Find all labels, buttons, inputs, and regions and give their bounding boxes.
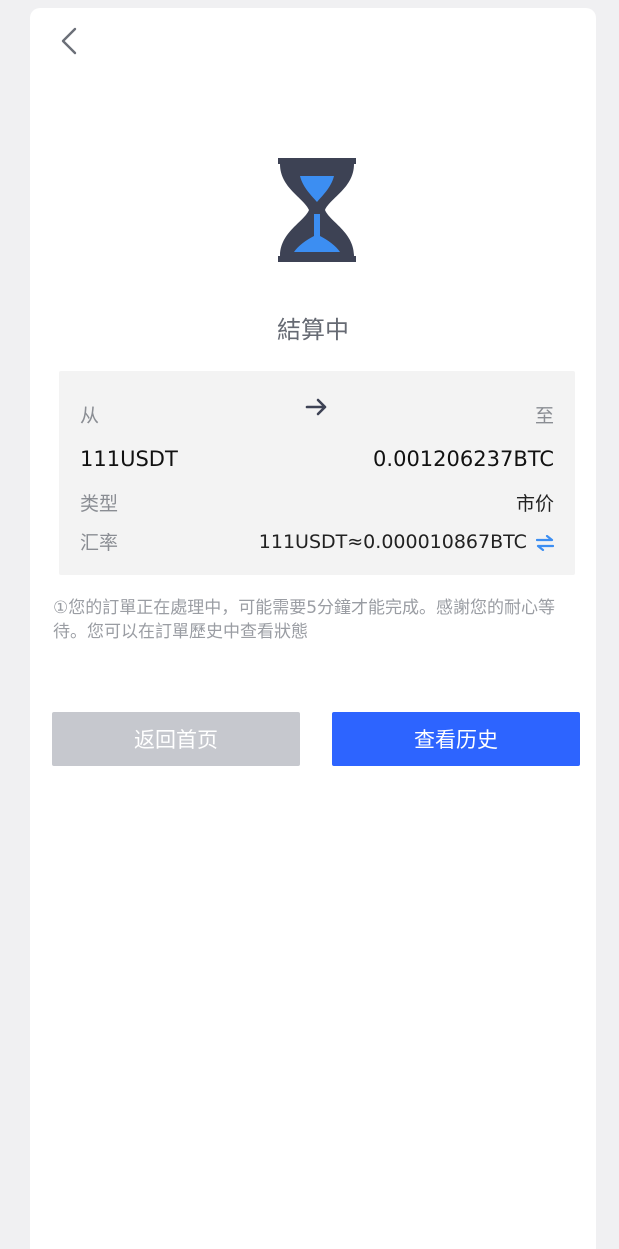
return-home-button[interactable]: 返回首页 <box>52 712 300 766</box>
rate-value: 111USDT≈0.000010867BTC <box>258 530 527 553</box>
arrow-right-icon <box>305 398 327 416</box>
type-value: 市价 <box>515 493 554 515</box>
view-history-button[interactable]: 查看历史 <box>332 712 580 766</box>
processing-notice: ①您的訂單正在處理中，可能需要5分鐘才能完成。感謝您的耐心等待。您可以在訂單歷史… <box>53 598 556 642</box>
back-button[interactable] <box>54 24 84 58</box>
to-amount: 0.001206237BTC <box>373 447 554 471</box>
to-label: 至 <box>534 405 554 427</box>
hourglass-icon <box>278 158 356 262</box>
rate-row: 汇率 111USDT≈0.000010867BTC <box>80 528 554 555</box>
swap-icon[interactable] <box>536 535 554 551</box>
type-row: 类型 市价 <box>80 489 554 516</box>
exchange-summary-card: 从 至 111USDT 0.001206237BTC 类型 市价 汇率 111U… <box>59 371 575 575</box>
from-amount: 111USDT <box>80 447 178 471</box>
from-label: 从 <box>80 405 100 427</box>
amount-row: 111USDT 0.001206237BTC <box>80 447 554 471</box>
chevron-left-icon <box>61 27 77 55</box>
rate-value-group: 111USDT≈0.000010867BTC <box>259 531 554 553</box>
order-status-page: 結算中 从 至 111USDT 0.001206237BTC 类型 市价 汇率 … <box>30 8 596 1249</box>
type-label: 类型 <box>80 493 119 515</box>
rate-label: 汇率 <box>80 532 119 554</box>
status-title: 結算中 <box>277 316 349 344</box>
